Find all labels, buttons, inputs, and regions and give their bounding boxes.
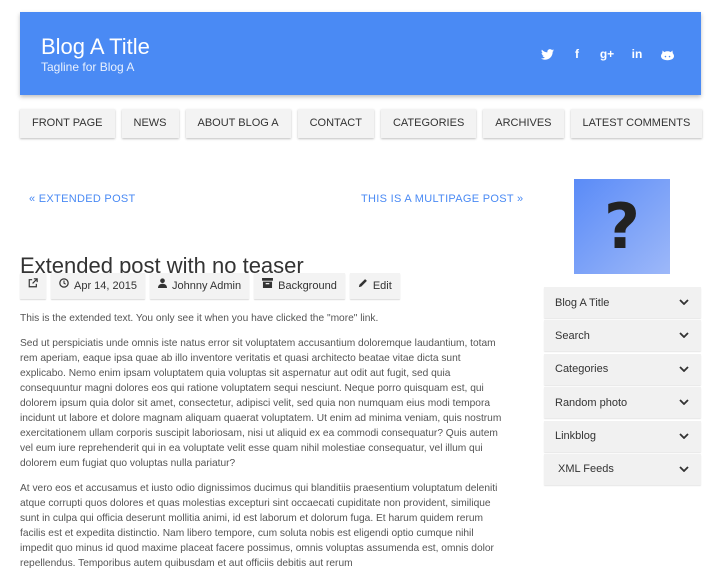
blog-avatar: ? xyxy=(574,179,670,274)
widget-search[interactable]: Search xyxy=(544,320,701,352)
post-date: Apr 14, 2015 xyxy=(51,273,145,299)
nav-about[interactable]: ABOUT BLOG A xyxy=(185,109,291,138)
github-icon[interactable] xyxy=(659,46,675,62)
post-paragraph: At vero eos et accusamus et iusto odio d… xyxy=(20,483,498,569)
widget-linkblog[interactable]: Linkblog xyxy=(544,420,701,452)
widget-label: Blog A Title xyxy=(555,296,610,309)
post-content: This is the extended text. You only see … xyxy=(20,311,505,581)
chevron-down-icon xyxy=(679,297,689,308)
archive-icon xyxy=(262,273,274,299)
main-nav: FRONT PAGE NEWS ABOUT BLOG A CONTACT CAT… xyxy=(20,109,703,138)
widget-random-photo[interactable]: Random photo xyxy=(544,387,701,419)
post-meta: Apr 14, 2015 Johnny Admin Background Edi… xyxy=(20,273,400,299)
external-link-icon xyxy=(28,273,38,299)
nav-archives[interactable]: ARCHIVES xyxy=(483,109,564,138)
post-category-text: Background xyxy=(278,280,337,292)
chevron-down-icon xyxy=(679,431,689,442)
chevron-down-icon xyxy=(679,397,689,408)
nav-categories[interactable]: CATEGORIES xyxy=(380,109,477,138)
sidebar-widgets: Blog A Title Search Categories Random ph… xyxy=(544,287,701,487)
pencil-icon xyxy=(358,273,368,299)
nav-news[interactable]: NEWS xyxy=(121,109,179,138)
facebook-icon[interactable]: f xyxy=(569,46,585,62)
widget-blog-title[interactable]: Blog A Title xyxy=(544,287,701,318)
post-date-text: Apr 14, 2015 xyxy=(74,280,137,292)
linkedin-icon[interactable]: in xyxy=(629,46,645,62)
chevron-down-icon xyxy=(679,330,689,341)
nav-front-page[interactable]: FRONT PAGE xyxy=(20,109,115,138)
widget-label: Random photo xyxy=(555,396,628,409)
widget-categories[interactable]: Categories xyxy=(544,353,701,385)
next-post-link[interactable]: THIS IS A MULTIPAGE POST » xyxy=(361,193,523,205)
widget-label: Categories xyxy=(555,363,609,376)
edit-text: Edit xyxy=(372,280,392,292)
widget-label: Linkblog xyxy=(555,430,596,443)
post-paragraph: Sed ut perspiciatis unde omnis iste natu… xyxy=(20,338,502,469)
edit-post-button[interactable]: Edit xyxy=(349,273,400,299)
user-icon xyxy=(158,273,167,299)
widget-label: XML Feeds xyxy=(558,463,614,476)
chevron-down-icon xyxy=(679,364,689,375)
post-author[interactable]: Johnny Admin xyxy=(150,273,250,299)
blog-title[interactable]: Blog A Title xyxy=(41,34,150,60)
twitter-icon[interactable] xyxy=(539,46,555,62)
site-header: Blog A Title Tagline for Blog A f g+ in xyxy=(20,12,701,95)
nav-contact[interactable]: CONTACT xyxy=(297,109,374,138)
widget-label: Search xyxy=(555,329,590,342)
blog-tagline: Tagline for Blog A xyxy=(41,60,135,74)
post-paragraph: This is the extended text. You only see … xyxy=(20,313,379,324)
social-links: f g+ in xyxy=(539,46,675,62)
previous-post-link[interactable]: « EXTENDED POST xyxy=(29,193,136,205)
google-plus-icon[interactable]: g+ xyxy=(599,46,615,62)
widget-xml-feeds[interactable]: XML Feeds xyxy=(544,453,701,485)
post-author-text: Johnny Admin xyxy=(172,280,242,292)
chevron-down-icon xyxy=(679,464,689,475)
permalink-button[interactable] xyxy=(20,273,46,299)
clock-icon xyxy=(59,273,69,299)
question-mark-glyph: ? xyxy=(604,190,640,263)
post-category[interactable]: Background xyxy=(254,273,345,299)
nav-latest-comments[interactable]: LATEST COMMENTS xyxy=(570,109,703,138)
